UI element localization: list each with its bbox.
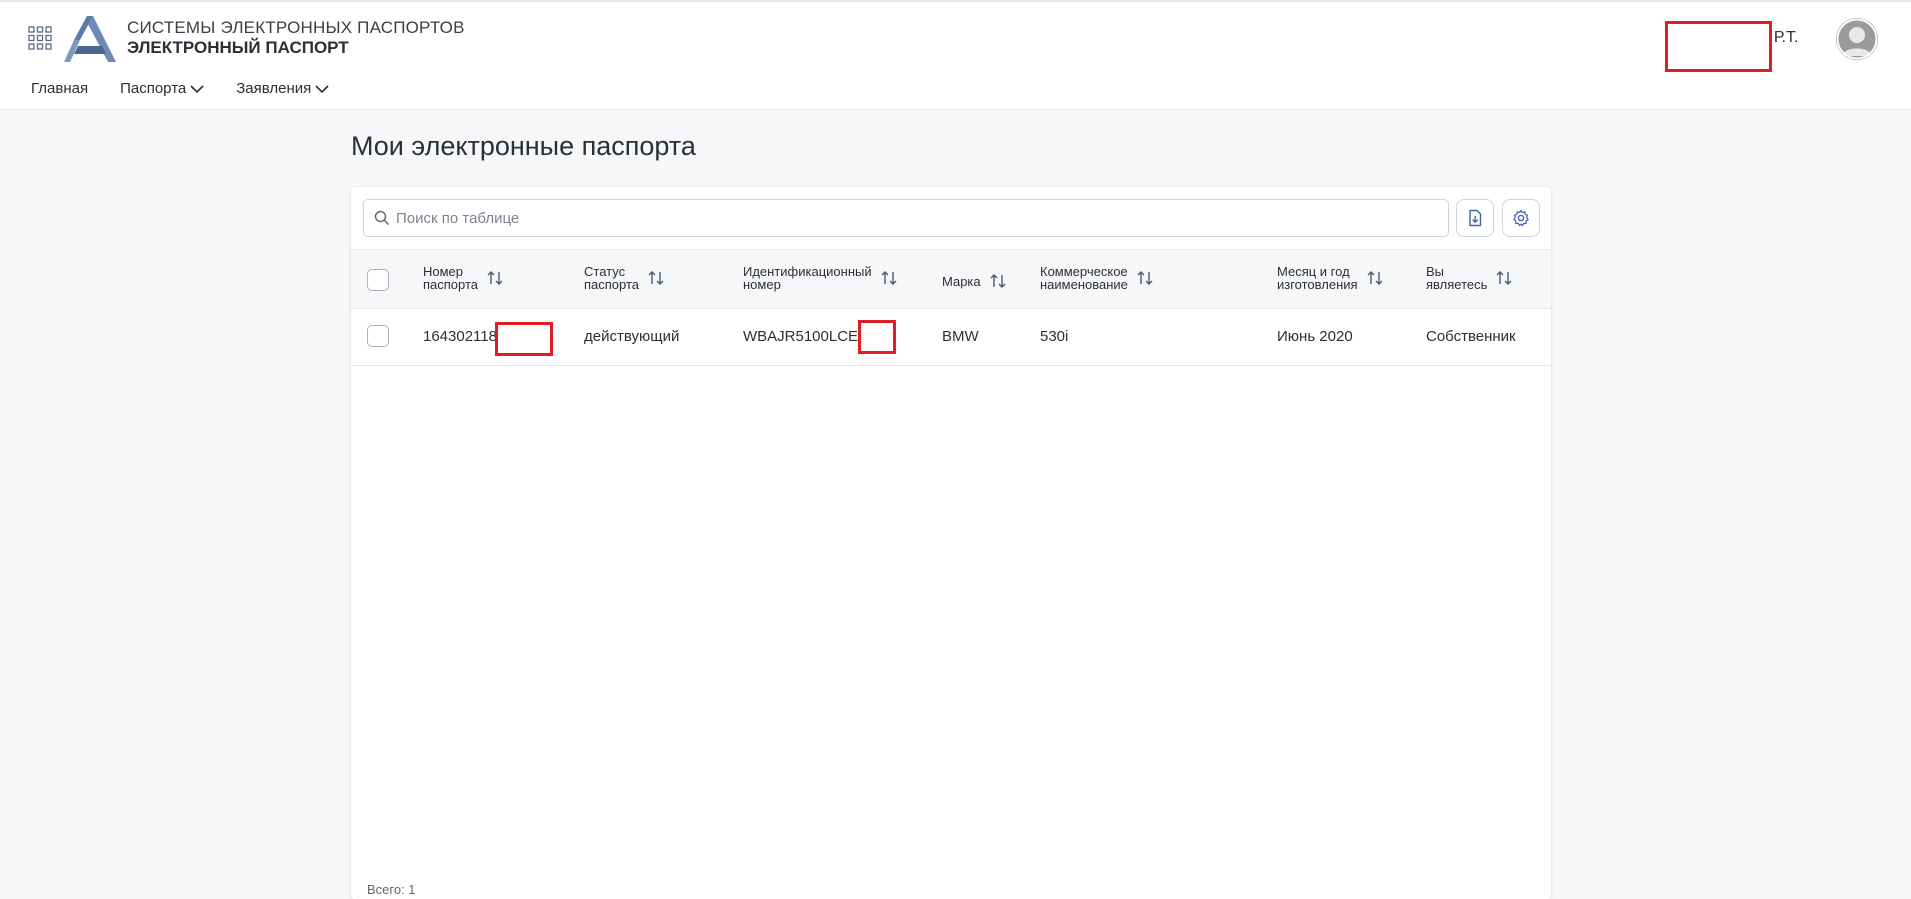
- page-title: Мои электронные паспорта: [351, 131, 696, 161]
- search-field[interactable]: [363, 199, 1449, 237]
- app-header: СИСТЕМЫ ЭЛЕКТРОННЫХ ПАСПОРТОВ ЭЛЕКТРОННЫ…: [0, 2, 1911, 110]
- cell-manufacture-date: Июнь 2020: [1277, 328, 1353, 345]
- column-header-commercial-name[interactable]: Коммерческое наименование: [1040, 265, 1154, 291]
- user-avatar-icon: [1836, 18, 1878, 60]
- nav-item-passports[interactable]: Паспорта: [120, 80, 204, 97]
- apps-grid-icon[interactable]: [28, 26, 52, 50]
- cell-role: Собственник: [1426, 328, 1516, 345]
- chevron-down-icon: [315, 84, 329, 93]
- column-header-manufacture-date[interactable]: Месяц и год изготовления: [1277, 265, 1384, 291]
- cell-vin: WBAJR5100LCE8: [743, 328, 867, 345]
- brand-system-name: СИСТЕМЫ ЭЛЕКТРОННЫХ ПАСПОРТОВ: [127, 18, 465, 37]
- column-header-label: Вы являетесь: [1426, 264, 1488, 292]
- nav-item-applications[interactable]: Заявления: [236, 80, 329, 97]
- search-input[interactable]: [396, 200, 1436, 236]
- column-header-brand[interactable]: Марка: [942, 272, 1007, 290]
- column-header-label: Коммерческое наименование: [1040, 264, 1128, 292]
- nav-item-label: Паспорта: [120, 80, 187, 97]
- brand-product-name: ЭЛЕКТРОННЫЙ ПАСПОРТ: [127, 38, 349, 57]
- passports-table-card: Номер паспорта Статус паспорта Идентифик…: [351, 187, 1551, 899]
- column-header-label: Номер паспорта: [423, 264, 479, 292]
- table-total-count: Всего: 1: [367, 882, 416, 897]
- redaction-box: [858, 320, 896, 354]
- cell-passport-number: 164302118: [423, 328, 497, 345]
- column-header-label: Идентификационный номер: [743, 264, 872, 292]
- logo-icon[interactable]: [64, 16, 116, 62]
- sort-icon[interactable]: [989, 272, 1007, 290]
- cell-brand: BMW: [942, 328, 979, 345]
- column-header-role[interactable]: Вы являетесь: [1426, 265, 1513, 291]
- table-settings-button[interactable]: [1502, 199, 1540, 237]
- search-icon: [374, 210, 389, 225]
- redaction-box: [495, 322, 553, 356]
- file-download-icon: [1469, 209, 1482, 227]
- main-nav: Главная Паспорта Заявления: [31, 80, 361, 97]
- cell-commercial-name: 530i: [1040, 328, 1069, 345]
- row-checkbox[interactable]: [367, 325, 389, 347]
- sort-icon[interactable]: [1366, 269, 1384, 287]
- sort-icon[interactable]: [880, 269, 898, 287]
- sort-icon[interactable]: [647, 269, 665, 287]
- redaction-box: [1665, 21, 1772, 72]
- nav-item-label: Заявления: [236, 80, 312, 97]
- nav-item-label: Главная: [31, 80, 89, 97]
- column-header-vin[interactable]: Идентификационный номер: [743, 265, 898, 291]
- column-header-status[interactable]: Статус паспорта: [584, 265, 665, 291]
- column-header-label: Статус паспорта: [584, 264, 640, 292]
- cell-status: действующий: [584, 328, 680, 345]
- table-header: Номер паспорта Статус паспорта Идентифик…: [351, 249, 1551, 309]
- column-header-passport-number[interactable]: Номер паспорта: [423, 265, 504, 291]
- table-row[interactable]: 164302118 действующий WBAJR5100LCE8 BMW …: [351, 309, 1551, 366]
- gear-icon: [1513, 209, 1529, 227]
- avatar[interactable]: [1836, 18, 1878, 60]
- sort-icon[interactable]: [1136, 269, 1154, 287]
- sort-icon[interactable]: [1495, 269, 1513, 287]
- column-header-label: Месяц и год изготовления: [1277, 264, 1358, 292]
- sort-icon[interactable]: [486, 269, 504, 287]
- select-all-checkbox[interactable]: [367, 269, 389, 291]
- export-button[interactable]: [1456, 199, 1494, 237]
- chevron-down-icon: [190, 84, 204, 93]
- column-header-label: Марка: [942, 273, 981, 289]
- nav-item-home[interactable]: Главная: [31, 80, 88, 97]
